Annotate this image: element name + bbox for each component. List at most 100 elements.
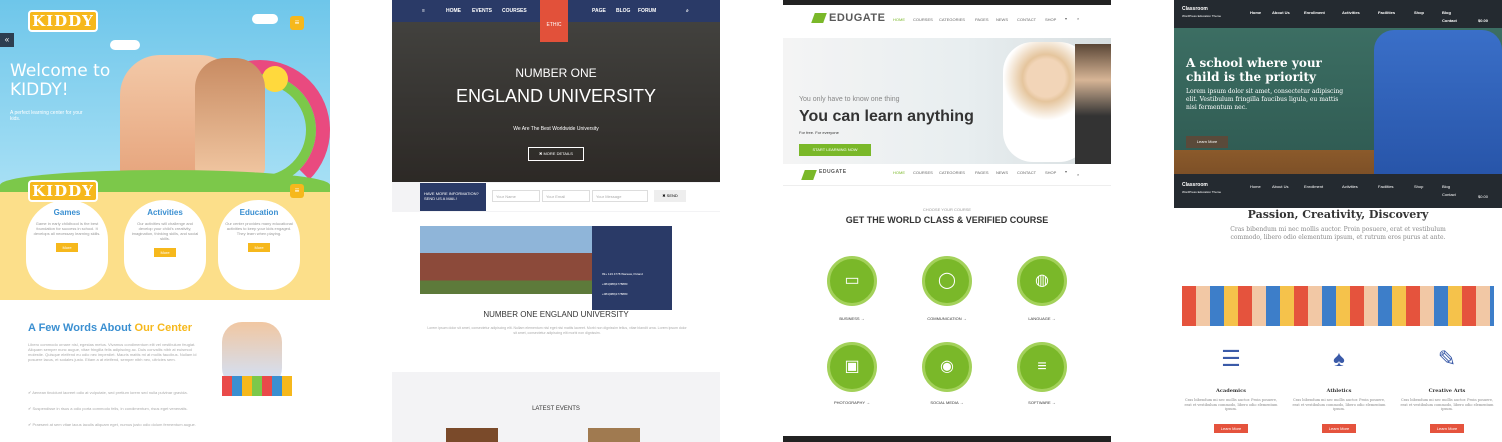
- nav-news[interactable]: NEWS: [996, 170, 1008, 175]
- language-icon[interactable]: ◍: [1017, 256, 1067, 306]
- brand-name[interactable]: Classroom: [1182, 6, 1208, 12]
- heading-part-1: A Few Words About: [28, 322, 135, 334]
- nav-pages[interactable]: PAGES: [975, 17, 989, 22]
- search-icon[interactable]: ⌕: [1077, 16, 1079, 21]
- nav-contact[interactable]: Contact: [1442, 18, 1457, 23]
- hero-subtitle: A perfect learning center for your kids.: [10, 110, 83, 122]
- business-icon[interactable]: ▭: [827, 256, 877, 306]
- nav-home[interactable]: HOME: [893, 170, 905, 175]
- edugate-theme-preview[interactable]: EDUGATE HOME COURSES CATEGORIES PAGES NE…: [783, 0, 1111, 442]
- nav-blog[interactable]: BLOG: [616, 8, 630, 14]
- menu-icon[interactable]: ≡: [290, 16, 304, 30]
- nav-home[interactable]: HOME: [893, 17, 905, 22]
- course-link-software[interactable]: SOFTWARE →: [997, 400, 1087, 405]
- nav-contact[interactable]: CONTACT: [1017, 17, 1036, 22]
- database-icon[interactable]: ≡: [1017, 342, 1067, 392]
- nav-contact[interactable]: CONTACT: [1017, 170, 1036, 175]
- nav-shop[interactable]: SHOP: [1045, 170, 1056, 175]
- feature-text: Cras bibendum mi nec mollis auctor. Proi…: [1292, 398, 1386, 411]
- more-details-button[interactable]: ✖ MORE DETAILS: [528, 147, 584, 161]
- nav-home[interactable]: Home: [1250, 184, 1261, 189]
- bottom-bar: [783, 436, 1111, 442]
- menu-icon[interactable]: ≡: [422, 8, 425, 14]
- nav-courses[interactable]: COURSES: [502, 8, 527, 14]
- course-link-communication[interactable]: COMMUNICATION →: [902, 316, 992, 321]
- nav-shop[interactable]: SHOP: [1045, 17, 1056, 22]
- nav-about[interactable]: About Us: [1272, 184, 1288, 189]
- menu-icon[interactable]: ≡: [290, 184, 304, 198]
- nav-pages[interactable]: PAGES: [975, 170, 989, 175]
- hero-subtitle: For free. For everyone: [799, 130, 839, 135]
- edugate-logo-small[interactable]: EDUGATE: [819, 169, 847, 175]
- nav-blog[interactable]: Blog: [1442, 10, 1451, 15]
- cloud: [110, 40, 140, 50]
- nav-page[interactable]: PAGE: [592, 8, 606, 14]
- kiddy-theme-preview[interactable]: KIDDY ≡ « Welcome to KIDDY! A perfect le…: [0, 0, 330, 442]
- kiddy-logo[interactable]: KIDDY: [28, 10, 98, 32]
- email-field[interactable]: Your Email: [542, 190, 590, 202]
- nav-about[interactable]: About Us: [1272, 10, 1290, 15]
- start-learning-button[interactable]: START LEARNING NOW: [799, 144, 871, 156]
- cart-total[interactable]: $0.00: [1478, 194, 1488, 199]
- address: 99+ 123 4778 Warsaw, Poland: [602, 272, 643, 276]
- contact-info-card: [592, 226, 672, 310]
- check-item: ✔ Aenean tincidunt laoreet odio at vulpu…: [28, 390, 188, 395]
- search-icon[interactable]: ⌕: [686, 8, 689, 14]
- sticky-nav: [783, 164, 1111, 186]
- more-button[interactable]: More: [154, 248, 176, 257]
- learn-more-button[interactable]: Learn More: [1214, 424, 1248, 433]
- nav-facilities[interactable]: Facilities: [1378, 184, 1394, 189]
- nav-enrollment[interactable]: Enrollment: [1304, 184, 1323, 189]
- cart-total[interactable]: $0.00: [1478, 18, 1488, 23]
- dropdown-icon[interactable]: ▾: [1065, 16, 1067, 21]
- edugate-logo[interactable]: EDUGATE: [829, 12, 885, 24]
- course-link-language[interactable]: LANGUAGE →: [997, 316, 1087, 321]
- hero-line-2: ENGLAND UNIVERSITY: [455, 86, 657, 106]
- kiddy-logo-sticky[interactable]: KIDDY: [28, 180, 98, 202]
- course-link-business[interactable]: BUSINESS →: [807, 316, 897, 321]
- collapse-icon[interactable]: «: [0, 33, 14, 47]
- nav-contact[interactable]: Contact: [1442, 192, 1456, 197]
- nav-categories[interactable]: CATEGORIES: [939, 17, 965, 22]
- university-theme-preview[interactable]: ≡ HOME EVENTS COURSES PAGE BLOG FORUM ⌕ …: [392, 0, 720, 442]
- learn-more-button[interactable]: Learn More: [1430, 424, 1464, 433]
- message-field[interactable]: Your Message: [592, 190, 648, 202]
- photography-icon[interactable]: ▣: [827, 342, 877, 392]
- camera-icon[interactable]: ◉: [922, 342, 972, 392]
- brand-subtitle: WordPress Education Theme: [1182, 190, 1222, 194]
- nav-activities[interactable]: Activities: [1342, 184, 1358, 189]
- nav-categories[interactable]: CATEGORIES: [939, 170, 965, 175]
- nav-news[interactable]: NEWS: [996, 17, 1008, 22]
- communication-icon[interactable]: ◯: [922, 256, 972, 306]
- send-button[interactable]: ✖ SEND: [654, 190, 686, 202]
- nav-activities[interactable]: Activities: [1342, 10, 1360, 15]
- nav-blog[interactable]: Blog: [1442, 184, 1450, 189]
- learn-more-button[interactable]: Learn More: [1186, 136, 1228, 148]
- dropdown-icon[interactable]: ▾: [1065, 169, 1067, 174]
- nav-events[interactable]: EVENTS: [472, 8, 492, 14]
- learn-more-button[interactable]: Learn More: [1322, 424, 1356, 433]
- more-button[interactable]: More: [248, 243, 270, 252]
- nav-enrollment[interactable]: Enrollment: [1304, 10, 1325, 15]
- nav-home[interactable]: HOME: [446, 8, 461, 14]
- nav-courses[interactable]: COURSES: [913, 17, 933, 22]
- check-text: Suspendisse in risus a odio porta commod…: [32, 406, 188, 411]
- nav-facilities[interactable]: Facilities: [1378, 10, 1395, 15]
- nav-forum[interactable]: FORUM: [638, 8, 656, 14]
- campus-photo: [420, 226, 600, 294]
- search-icon[interactable]: ⌕: [1077, 172, 1079, 177]
- name-field[interactable]: Your Name: [492, 190, 540, 202]
- nav-shop[interactable]: Shop: [1414, 184, 1423, 189]
- university-logo[interactable]: ETHIC: [540, 0, 568, 42]
- course-link-photography[interactable]: PHOTOGRAPHY →: [807, 400, 897, 405]
- classroom-theme-preview[interactable]: Classroom WordPress Education Theme Home…: [1174, 0, 1502, 442]
- course-link-social-media[interactable]: SOCIAL MEDIA →: [902, 400, 992, 405]
- event-photo: [588, 428, 640, 442]
- events-heading: LATEST EVENTS: [532, 406, 580, 412]
- nav-courses[interactable]: COURSES: [913, 170, 933, 175]
- brand-name[interactable]: Classroom: [1182, 182, 1208, 188]
- nav-shop[interactable]: Shop: [1414, 10, 1424, 15]
- hero-title: A school where your child is the priorit…: [1186, 56, 1322, 84]
- nav-home[interactable]: Home: [1250, 10, 1261, 15]
- more-button[interactable]: More: [56, 243, 78, 252]
